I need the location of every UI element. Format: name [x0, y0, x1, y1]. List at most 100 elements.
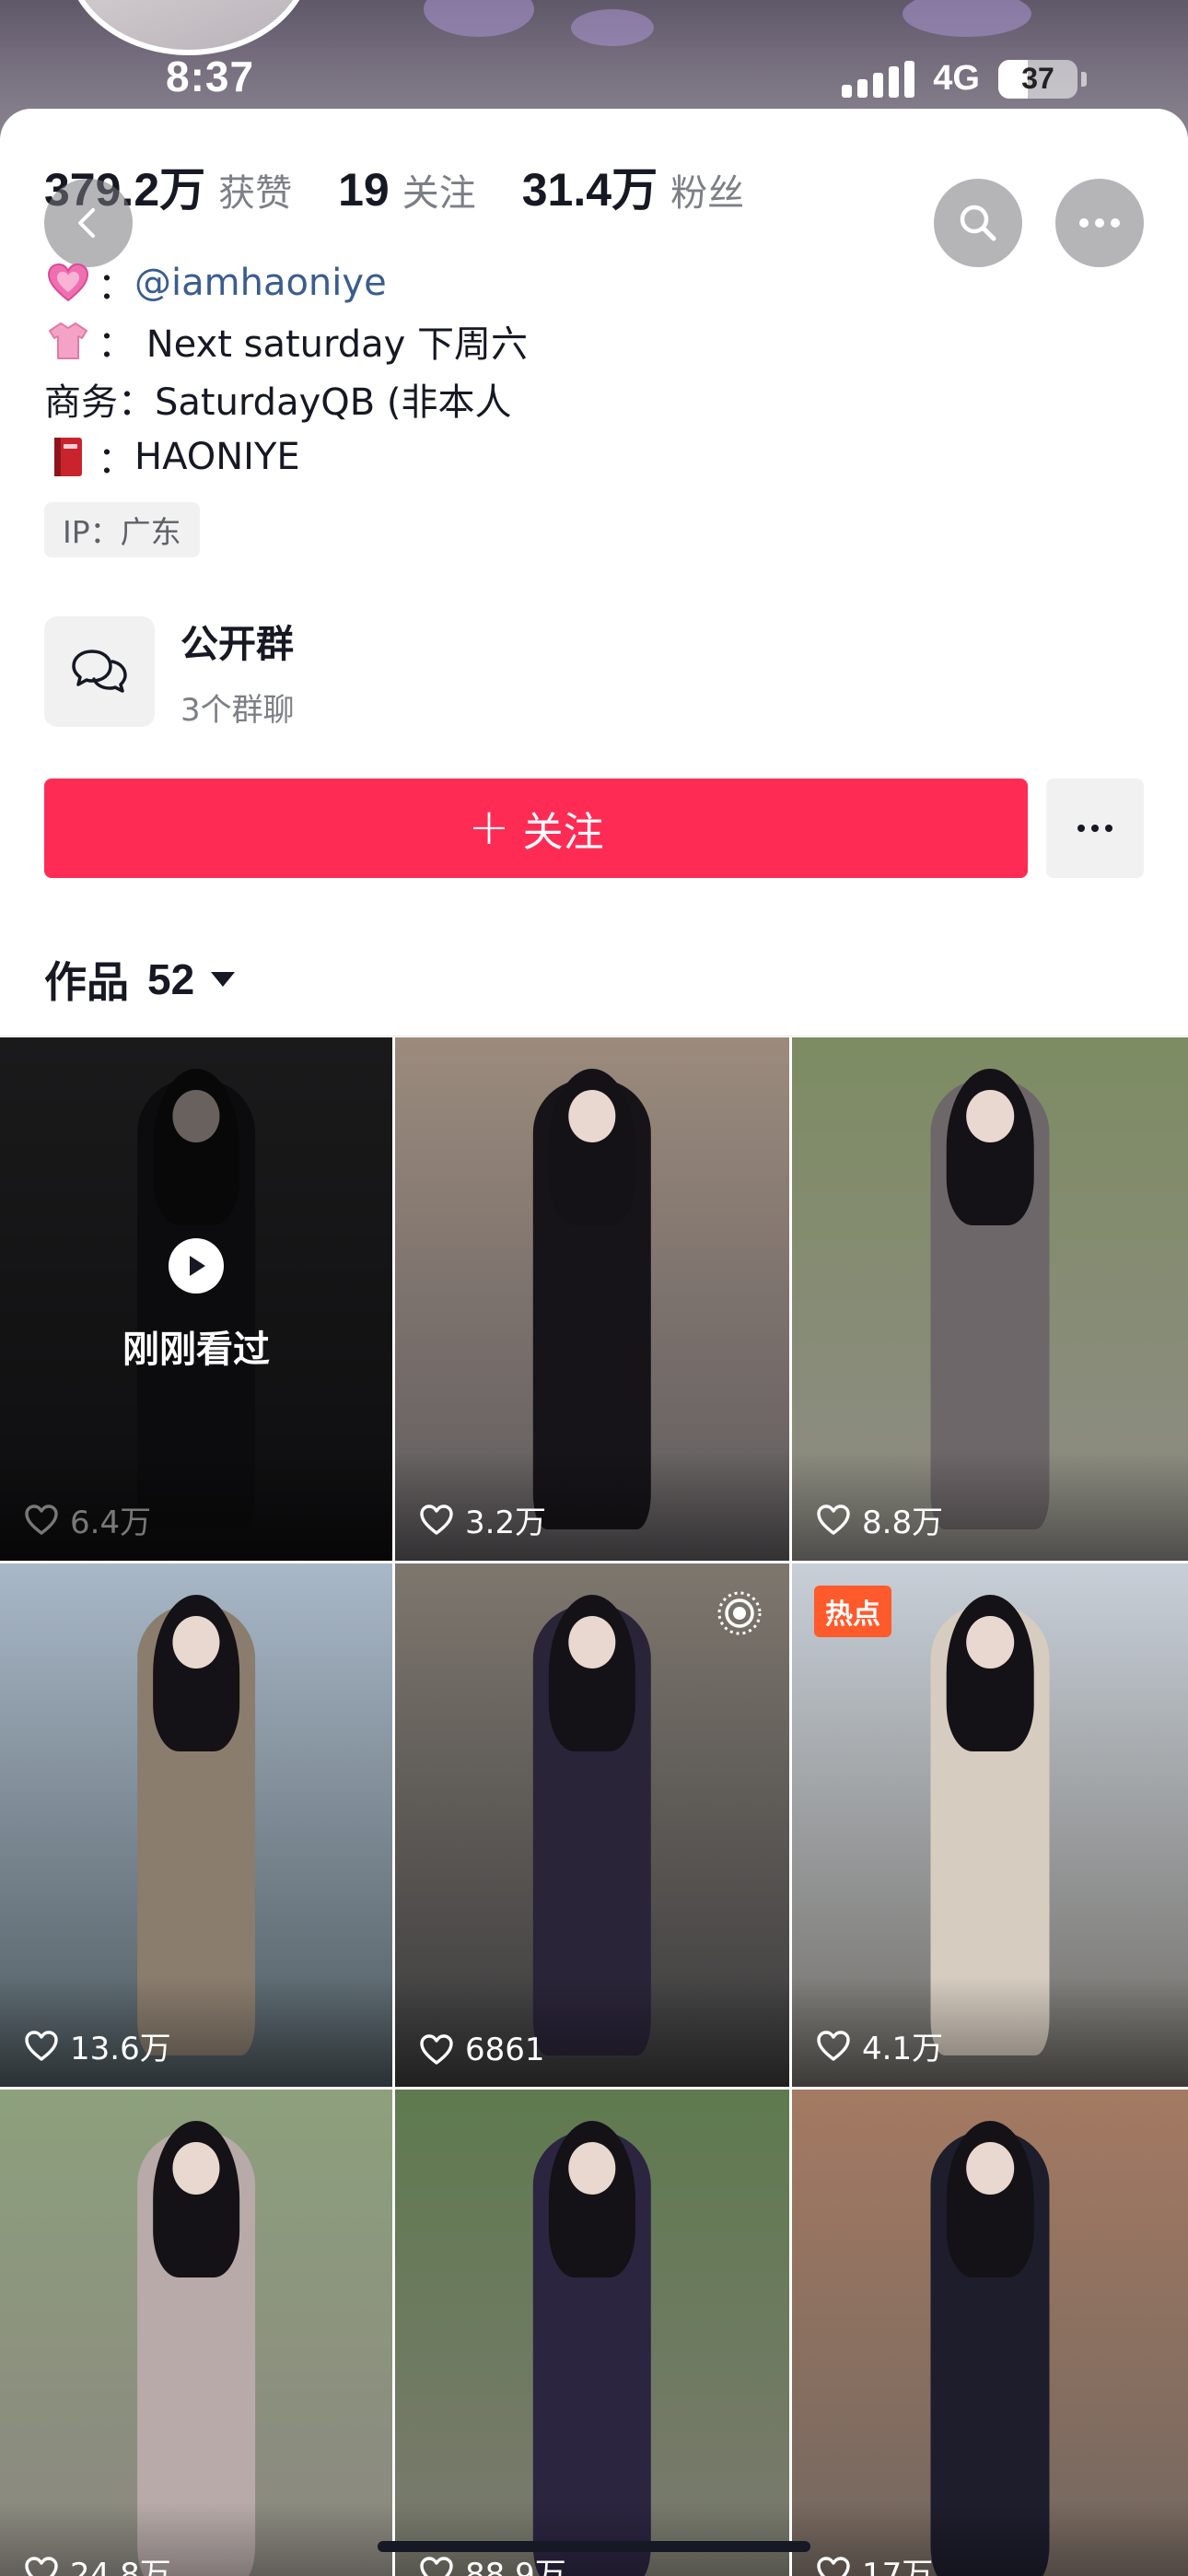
heart-icon — [816, 2556, 851, 2576]
thumbnail-face — [966, 2141, 1014, 2195]
video-tile[interactable]: 热点 4.1万 — [792, 1563, 1188, 2087]
bio-line: 商务：SaturdayQB (非本人 — [44, 369, 528, 427]
thumbnail-face — [966, 1089, 1014, 1142]
recently-watched-label: 刚刚看过 — [122, 1329, 270, 1371]
like-count: 17万 — [816, 2549, 933, 2576]
thumbnail-face — [172, 1615, 220, 1669]
bio-text: HAONIYE — [134, 435, 300, 478]
like-count-value: 3.2万 — [465, 1505, 547, 1541]
dot — [1091, 825, 1099, 832]
like-count-value: 17万 — [862, 2557, 934, 2576]
bio-mention-link[interactable]: @iamhaoniye — [134, 262, 387, 304]
tab-works[interactable]: 作品 52 — [44, 949, 236, 1010]
like-count: 6861 — [419, 2032, 545, 2068]
video-tile[interactable]: 8.8万 — [792, 1037, 1188, 1561]
like-count: 4.1万 — [816, 2023, 943, 2068]
group-text: 公开群 3个群聊 — [181, 613, 295, 730]
status-indicators: 4G 37 — [842, 59, 1087, 99]
video-tile[interactable]: 17万 — [792, 2090, 1188, 2576]
play-icon — [169, 1238, 224, 1294]
stat-value: 19 — [338, 164, 390, 216]
bio-text: 商务：SaturdayQB (非本人 — [44, 381, 512, 424]
like-count: 13.6万 — [24, 2023, 171, 2068]
heart-icon — [419, 1504, 454, 1536]
like-count-value: 6.4万 — [70, 1505, 152, 1541]
more-options-button[interactable] — [1055, 179, 1144, 267]
video-tile[interactable]: 24.8万 — [0, 2090, 392, 2576]
public-group-entry[interactable]: 公开群 3个群聊 — [44, 613, 295, 730]
status-time: 8:37 — [166, 53, 255, 100]
ip-location-badge: IP：广东 — [44, 502, 200, 557]
pink-heart-icon — [44, 261, 92, 305]
live-photo-icon — [716, 1589, 763, 1641]
bio-separator: ： — [98, 322, 134, 366]
bio-separator: ： — [98, 264, 134, 308]
dot — [1105, 825, 1112, 832]
profile-bio: ： @iamhaoniye ： Next saturday 下周六 商务：Sat… — [44, 253, 528, 486]
video-tile[interactable]: 刚刚看过 6.4万 — [0, 1037, 392, 1561]
search-button[interactable] — [934, 179, 1022, 267]
bio-text: Next saturday 下周六 — [134, 322, 529, 366]
like-count: 24.8万 — [24, 2549, 171, 2576]
stat-value: 31.4万 — [521, 164, 658, 216]
video-tile[interactable]: 13.6万 — [0, 1563, 392, 2087]
chat-bubbles-icon — [44, 615, 155, 727]
thumbnail-face — [172, 2141, 220, 2195]
more-dots-icon — [1079, 218, 1120, 228]
works-count: 52 — [147, 955, 195, 1003]
video-grid: 刚刚看过 6.4万 3.2万 8.8万 13.6万 6861 热点 4.1万 24.8万 88.… — [0, 1037, 1188, 2576]
like-count: 3.2万 — [419, 1497, 546, 1542]
heart-icon — [24, 1504, 59, 1536]
stat-label: 关注 — [402, 172, 476, 215]
bio-line: ： HAONIYE — [44, 427, 528, 486]
follow-button[interactable]: + 关注 — [44, 779, 1028, 878]
video-tile[interactable]: 6861 — [395, 1563, 789, 2087]
thumbnail-face — [568, 1089, 616, 1142]
pink-shirt-icon — [44, 319, 92, 363]
thumbnail-face — [568, 1615, 616, 1669]
recently-watched-marker: 刚刚看过 — [0, 1238, 392, 1373]
profile-stats: 379.2万 获赞 19 关注 31.4万 粉丝 — [44, 153, 790, 219]
avatar[interactable] — [64, 0, 313, 55]
plus-icon: + — [468, 797, 510, 856]
heart-icon — [24, 2556, 59, 2576]
stat-followers[interactable]: 31.4万 粉丝 — [522, 153, 744, 219]
like-count-value: 13.6万 — [70, 2031, 171, 2067]
caret-down-icon — [211, 972, 236, 987]
like-count-value: 88.9万 — [465, 2557, 566, 2576]
more-actions-button[interactable] — [1046, 779, 1144, 878]
signal-icon — [842, 60, 915, 98]
battery-percent: 37 — [1021, 62, 1054, 95]
battery-terminal — [1081, 71, 1087, 87]
bio-separator: ： — [98, 439, 134, 482]
like-count: 8.8万 — [816, 1497, 943, 1542]
thumbnail-face — [568, 2141, 616, 2195]
battery-icon: 37 — [998, 59, 1077, 99]
dot — [1077, 825, 1085, 832]
red-book-icon — [44, 435, 92, 479]
video-tile[interactable]: 3.2万 — [395, 1037, 789, 1561]
like-count: 88.9万 — [419, 2549, 566, 2576]
home-indicator[interactable] — [378, 2541, 810, 2552]
heart-icon — [816, 1504, 851, 1536]
stat-label: 粉丝 — [670, 172, 745, 215]
like-count-value: 8.8万 — [862, 1505, 944, 1541]
chevron-left-icon — [78, 208, 95, 238]
like-count-value: 24.8万 — [70, 2557, 171, 2576]
like-count-value: 6861 — [465, 2032, 545, 2068]
stat-following[interactable]: 19 关注 — [338, 163, 476, 217]
video-tile[interactable]: 88.9万 — [395, 2090, 789, 2576]
follow-label: 关注 — [522, 809, 604, 856]
cover-decoration — [903, 0, 1031, 37]
thumbnail-face — [966, 1615, 1014, 1669]
cover-decoration — [571, 9, 654, 46]
network-type: 4G — [933, 59, 980, 98]
bio-line: ： Next saturday 下周六 — [44, 311, 528, 369]
group-subtitle: 3个群聊 — [181, 692, 295, 729]
group-title: 公开群 — [181, 622, 294, 666]
works-label: 作品 — [44, 957, 129, 1007]
heart-icon — [816, 2030, 851, 2062]
heart-icon — [419, 2556, 454, 2576]
search-icon — [960, 205, 996, 241]
stat-label: 获赞 — [218, 172, 293, 215]
